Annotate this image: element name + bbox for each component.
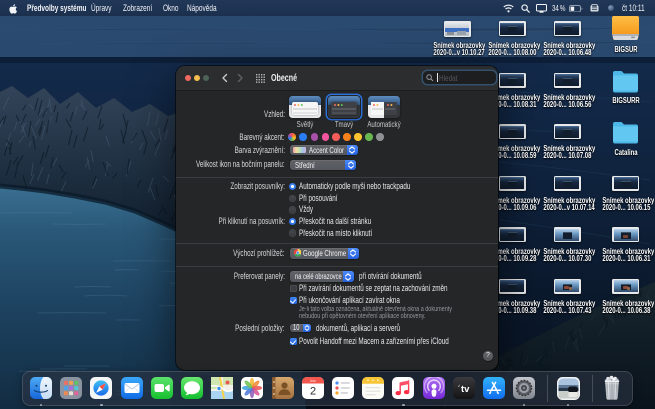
- svg-text:čvc: čvc: [310, 379, 316, 383]
- svg-text:tv: tv: [461, 384, 470, 395]
- svg-text:2: 2: [310, 385, 316, 397]
